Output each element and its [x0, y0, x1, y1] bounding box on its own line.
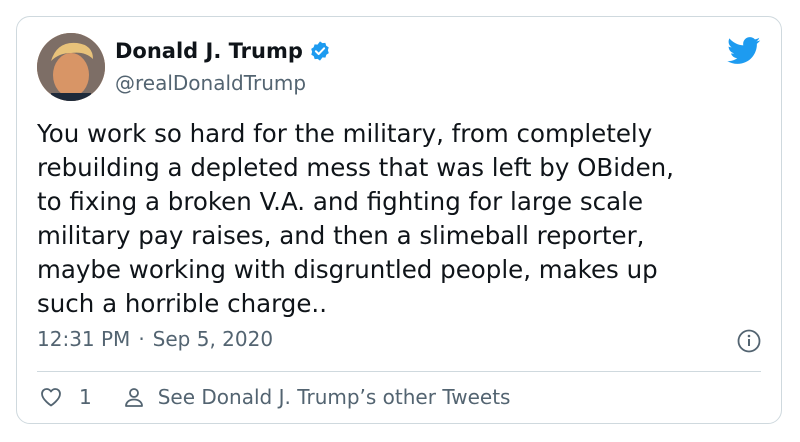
tweet-time[interactable]: 12:31 PM [37, 327, 130, 351]
tweet-timestamp[interactable]: 12:31 PM · Sep 5, 2020 [37, 327, 273, 351]
person-icon [124, 388, 143, 407]
heart-icon[interactable] [39, 385, 63, 409]
twitter-bird-icon[interactable] [727, 37, 761, 65]
avatar[interactable] [37, 33, 105, 101]
info-icon[interactable] [737, 329, 761, 353]
see-other-tweets-link[interactable]: See Donald J. Trump’s other Tweets [158, 385, 511, 409]
author-row: Donald J. Trump [115, 39, 331, 63]
tweet-text: You work so hard for the military, from … [37, 119, 674, 318]
avatar-image [37, 33, 105, 101]
author-handle[interactable]: @realDonaldTrump [115, 71, 306, 95]
divider [37, 371, 761, 372]
tweet-actions: 1 See Donald J. Trump’s other Tweets [39, 385, 510, 409]
meta-separator: · [138, 327, 145, 351]
like-count[interactable]: 1 [79, 385, 92, 409]
tweet-date[interactable]: Sep 5, 2020 [153, 327, 273, 351]
tweet-card: Donald J. Trump @realDonaldTrump You wor… [16, 16, 782, 424]
author-name[interactable]: Donald J. Trump [115, 39, 303, 63]
verified-badge-icon [311, 41, 329, 61]
